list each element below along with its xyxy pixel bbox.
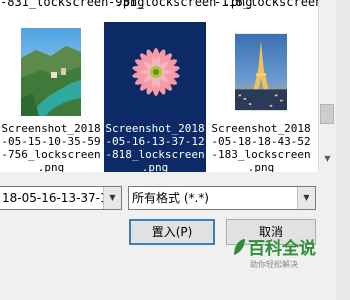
watermark-title: 百科全说: [248, 239, 316, 259]
filename-value: 18-05-16-13-37-1: [2, 191, 108, 205]
thumbnail-eiffel-tower: [235, 33, 287, 111]
place-button[interactable]: 置入(P): [129, 219, 215, 245]
chevron-down-icon[interactable]: ▼: [297, 187, 315, 209]
file-item-selected[interactable]: Screenshot_2018 -05-16-13-37-12 -818_loc…: [104, 22, 206, 172]
filetype-value: 所有格式 (*.*): [132, 191, 209, 205]
file-item[interactable]: Screenshot_2018 -05-18-18-43-52 -183_loc…: [210, 22, 312, 172]
file-name: Screenshot_2018 -05-15-10-35-59 -756_loc…: [1, 122, 101, 172]
chevron-down-icon[interactable]: ▼: [103, 187, 121, 209]
thumbnail-river-town: [21, 28, 81, 116]
file-caption-partial[interactable]: -118_lockscreen .png: [214, 0, 318, 9]
file-list[interactable]: -831_lockscreen .png -931_lockscreen .pn…: [0, 0, 318, 172]
file-name: Screenshot_2018 -05-16-13-37-12 -818_loc…: [105, 122, 205, 172]
file-name: Screenshot_2018 -05-18-18-43-52 -183_loc…: [211, 122, 311, 172]
leaf-icon: [234, 239, 245, 255]
watermark-subtitle: 助你轻松解决: [250, 260, 298, 269]
file-item[interactable]: Screenshot_2018 -05-15-10-35-59 -756_loc…: [0, 22, 102, 172]
vertical-scrollbar[interactable]: ▼: [318, 0, 336, 172]
watermark-logo: 百科全说 助你轻松解决: [232, 234, 322, 278]
filetype-combobox[interactable]: 所有格式 (*.*) ▼: [128, 186, 316, 210]
window-edge: [336, 0, 350, 300]
file-caption-partial[interactable]: -831_lockscreen .png: [0, 0, 145, 9]
filename-combobox[interactable]: 18-05-16-13-37-1 ▼: [0, 186, 122, 210]
scrollbar-thumb[interactable]: [320, 104, 334, 124]
open-file-dialog: -831_lockscreen .png -931_lockscreen .pn…: [0, 0, 350, 300]
scroll-down-arrow-icon[interactable]: ▼: [319, 150, 336, 168]
thumbnail-pink-flower: [120, 28, 192, 116]
file-caption-partial[interactable]: -931_lockscreen .png: [108, 0, 253, 9]
